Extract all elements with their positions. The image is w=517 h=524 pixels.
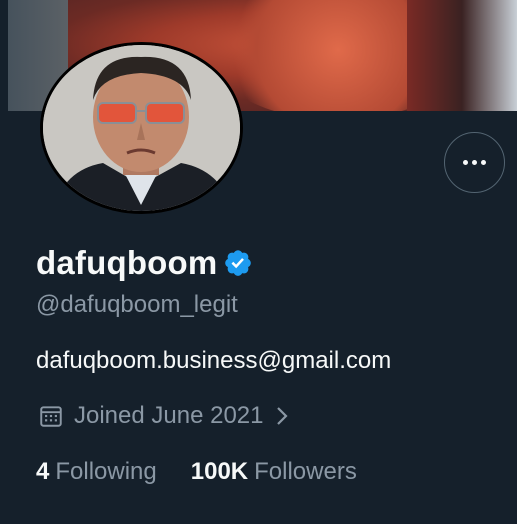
verified-badge-icon[interactable] [223,248,253,278]
chevron-right-icon [276,407,288,425]
followers-label: Followers [254,458,357,485]
calendar-icon [40,406,62,427]
following-label: Following [55,458,157,485]
following-count: 4 [36,458,50,485]
followers-count: 100K [190,458,249,485]
display-name-row: dafuqboom [36,244,253,282]
more-icon [463,160,486,165]
followers-link[interactable]: 100K Followers [191,458,357,486]
avatar-portrait [43,45,240,211]
avatar[interactable] [40,42,243,214]
following-link[interactable]: 4 Following [36,458,157,486]
more-options-button[interactable] [444,132,505,193]
user-handle: @dafuqboom_legit [36,291,238,318]
joined-date-row[interactable]: Joined June 2021 [38,402,290,430]
joined-date-text: Joined June 2021 [74,402,264,429]
profile-bio: dafuqboom.business@gmail.com [36,347,392,374]
follow-stats: 4 Following 100K Followers [36,458,357,486]
banner-right-region [407,0,517,111]
display-name: dafuqboom [36,244,218,281]
